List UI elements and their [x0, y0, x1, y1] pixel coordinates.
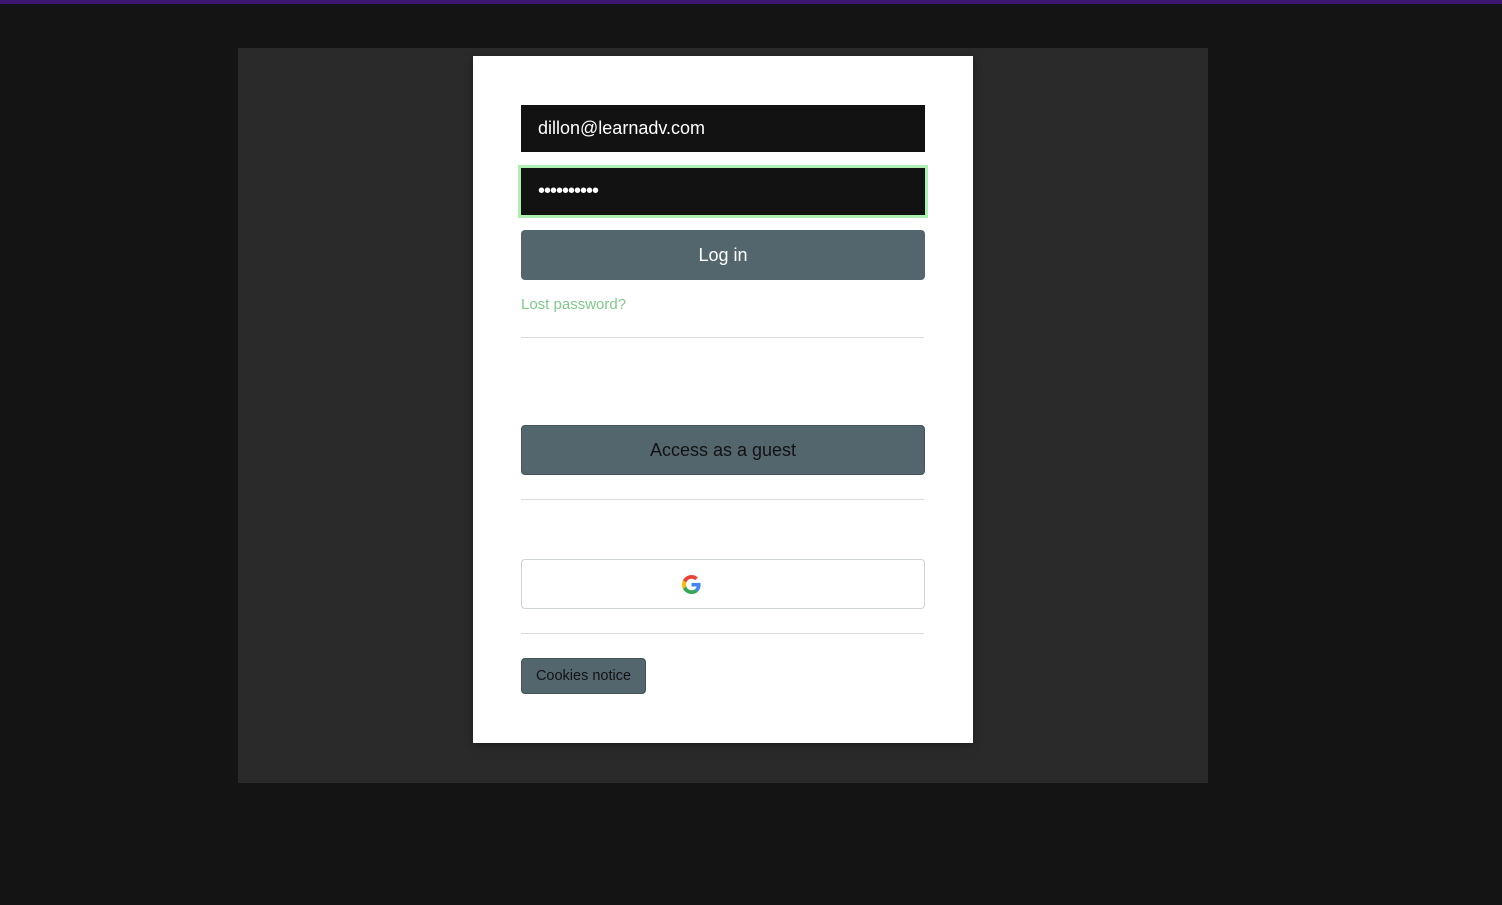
- guest-access-button[interactable]: Access as a guest: [521, 425, 925, 475]
- divider: [521, 633, 924, 634]
- google-login-button[interactable]: [521, 559, 925, 609]
- google-icon: [681, 574, 701, 594]
- username-field[interactable]: [521, 105, 925, 152]
- divider: [521, 337, 924, 338]
- divider: [521, 499, 924, 500]
- cookies-notice-button[interactable]: Cookies notice: [521, 658, 646, 694]
- lost-password-link[interactable]: Lost password?: [521, 296, 626, 313]
- login-card: Log in Lost password? Access as a guest …: [473, 56, 973, 743]
- top-accent-strip: [0, 0, 1502, 4]
- password-field[interactable]: [521, 168, 925, 215]
- login-button[interactable]: Log in: [521, 230, 925, 280]
